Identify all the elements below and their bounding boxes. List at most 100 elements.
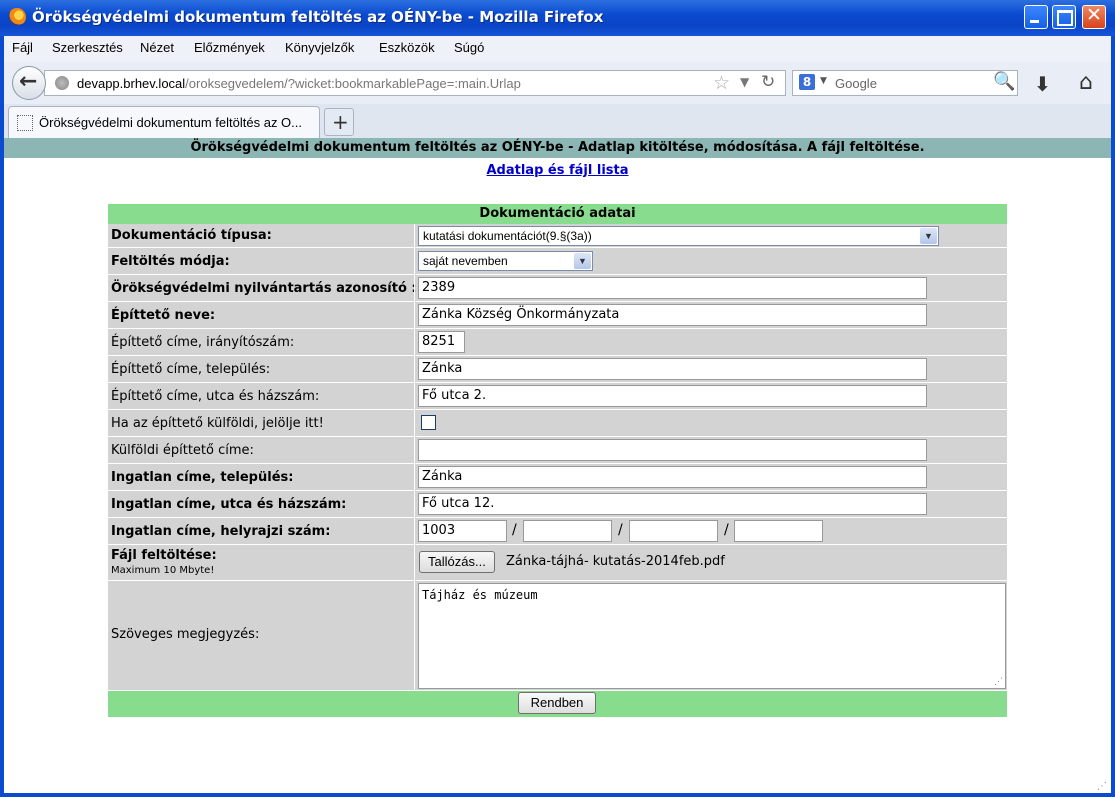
row-property-city: Ingatlan címe, település: Zánka [108, 464, 1007, 491]
row-file-upload: Fájl feltöltése: Maximum 10 Mbyte! Talló… [108, 545, 1007, 581]
row-builder-zip: Építtető címe, irányítószám: 8251 [108, 329, 1007, 356]
chevron-down-icon[interactable]: ▼ [920, 228, 937, 244]
form-footer-bar: Rendben [108, 691, 1007, 717]
builder-city-input[interactable]: Zánka [418, 358, 927, 380]
submit-button[interactable]: Rendben [518, 692, 596, 714]
page-favicon-icon [17, 115, 33, 131]
file-upload-label: Fájl feltöltése: [111, 548, 217, 563]
url-bar[interactable]: devapp.brhev.local/oroksegvedelem/?wicke… [44, 70, 786, 96]
notes-text: Tájház és múzeum [422, 588, 538, 602]
lot-number-input-4[interactable] [734, 520, 823, 542]
page-header: Örökségvédelmi dokumentum feltöltés az O… [4, 138, 1111, 158]
close-icon: ✕ [1086, 4, 1102, 26]
maximize-button[interactable] [1052, 5, 1076, 29]
file-size-hint: Maximum 10 Mbyte! [111, 565, 215, 576]
list-link[interactable]: Adatlap és fájl lista [4, 163, 1111, 178]
url-text[interactable]: devapp.brhev.local/oroksegvedelem/?wicke… [77, 76, 521, 91]
google-engine-icon[interactable]: 8 [799, 74, 815, 90]
menu-help[interactable]: Súgó [454, 40, 484, 55]
notes-textarea[interactable]: Tájház és múzeum ⋰ [418, 583, 1006, 689]
search-input[interactable]: Google [835, 76, 877, 91]
upload-mode-select[interactable]: saját nevemben ▼ [418, 251, 593, 271]
property-street-label: Ingatlan címe, utca és házszám: [111, 497, 347, 512]
tab-active[interactable]: Örökségvédelmi dokumentum feltöltés az O… [8, 106, 320, 138]
row-builder-name: Építtető neve: Zánka Község Önkormányzat… [108, 302, 1007, 329]
registry-id-label: Örökségvédelmi nyilvántartás azonosító : [111, 281, 417, 296]
menu-bar: Fájl Szerkesztés Nézet Előzmények Könyvj… [4, 36, 1111, 62]
row-registry-id: Örökségvédelmi nyilvántartás azonosító :… [108, 275, 1007, 302]
menu-edit[interactable]: Szerkesztés [52, 40, 123, 55]
lot-separator: / [512, 522, 517, 538]
history-dropdown-icon[interactable]: ▼ [740, 75, 749, 89]
close-button[interactable]: ✕ [1082, 4, 1106, 29]
window-frame-bottom [0, 793, 1115, 797]
minimize-button[interactable] [1024, 5, 1048, 29]
registry-id-input[interactable]: 2389 [418, 277, 927, 299]
menu-history[interactable]: Előzmények [194, 40, 265, 55]
row-property-street: Ingatlan címe, utca és házszám: Fő utca … [108, 491, 1007, 518]
home-icon[interactable]: ⌂ [1079, 70, 1093, 95]
form-title: Dokumentáció adatai [479, 206, 636, 221]
property-city-label: Ingatlan címe, település: [111, 470, 294, 485]
tab-title: Örökségvédelmi dokumentum feltöltés az O… [39, 115, 303, 130]
lot-number-input-1[interactable]: 1003 [418, 520, 507, 542]
bookmark-star-icon[interactable]: ☆ [713, 72, 730, 94]
globe-icon [55, 76, 69, 90]
foreign-builder-checkbox[interactable] [421, 415, 436, 430]
lot-number-input-3[interactable] [629, 520, 718, 542]
title-bar: Örökségvédelmi dokumentum feltöltés az O… [0, 0, 1115, 36]
foreign-address-label: Külföldi építtető címe: [111, 443, 254, 458]
navigation-bar: devapp.brhev.local/oroksegvedelem/?wicke… [4, 62, 1111, 104]
firefox-logo-icon [8, 8, 26, 26]
menu-view[interactable]: Nézet [140, 40, 174, 55]
page-content: Örökségvédelmi dokumentum feltöltés az O… [4, 138, 1111, 793]
menu-bookmarks[interactable]: Könyvjelzők [285, 40, 354, 55]
window-title: Örökségvédelmi dokumentum feltöltés az O… [32, 8, 604, 26]
property-street-input[interactable]: Fő utca 12. [418, 493, 927, 515]
builder-zip-input[interactable]: 8251 [418, 331, 465, 353]
browse-button[interactable]: Tallózás... [419, 551, 495, 573]
doc-type-label: Dokumentáció típusa: [111, 228, 272, 243]
doc-type-select[interactable]: kutatási dokumentációt(9.§(3a)) ▼ [418, 226, 939, 246]
new-tab-button[interactable]: + [324, 108, 354, 136]
row-builder-street: Építtető címe, utca és házszám: Fő utca … [108, 383, 1007, 410]
builder-street-input[interactable]: Fő utca 2. [418, 385, 927, 407]
browser-window: Örökségvédelmi dokumentum feltöltés az O… [0, 0, 1115, 797]
property-lot-label: Ingatlan címe, helyrajzi szám: [111, 524, 331, 539]
search-bar[interactable]: 8 ▼ Google 🔍 [792, 70, 1018, 96]
row-foreign-check: Ha az építtető külföldi, jelölje itt! [108, 410, 1007, 437]
notes-label: Szöveges megjegyzés: [111, 627, 260, 642]
download-icon[interactable]: ⬇ [1034, 72, 1051, 96]
resize-grip-icon[interactable]: ⋰ [994, 677, 1003, 687]
menu-tools[interactable]: Eszközök [379, 40, 435, 55]
row-upload-mode: Feltöltés módja: saját nevemben ▼ [108, 248, 1007, 275]
upload-mode-label: Feltöltés módja: [111, 254, 230, 269]
selected-filename: Zánka-tájhá- kutatás-2014feb.pdf [506, 554, 725, 569]
row-property-lot: Ingatlan címe, helyrajzi szám: 1003 / / … [108, 518, 1007, 545]
row-builder-city: Építtető címe, település: Zánka [108, 356, 1007, 383]
foreign-check-label: Ha az építtető külföldi, jelölje itt! [111, 416, 324, 431]
magnifier-icon[interactable]: 🔍 [993, 71, 1015, 92]
builder-street-label: Építtető címe, utca és házszám: [111, 389, 320, 404]
lot-number-input-2[interactable] [523, 520, 612, 542]
window-resize-grip-icon[interactable]: ⋰ [1097, 781, 1107, 792]
chevron-down-icon[interactable]: ▼ [574, 253, 591, 269]
engine-dropdown-icon[interactable]: ▼ [820, 76, 827, 86]
back-button[interactable]: ← [12, 66, 46, 100]
builder-name-input[interactable]: Zánka Község Önkormányzata [418, 304, 927, 326]
window-frame-right [1111, 36, 1115, 797]
back-arrow-icon: ← [19, 69, 38, 94]
lot-separator: / [724, 522, 729, 538]
builder-name-label: Építtető neve: [111, 308, 216, 323]
menu-file[interactable]: Fájl [12, 40, 33, 55]
property-city-input[interactable]: Zánka [418, 466, 927, 488]
row-doc-type: Dokumentáció típusa: kutatási dokumentác… [108, 224, 1007, 248]
reload-icon[interactable]: ↻ [761, 72, 775, 92]
form-title-bar: Dokumentáció adatai [108, 204, 1007, 224]
builder-zip-label: Építtető címe, irányítószám: [111, 335, 295, 350]
tab-bar: Örökségvédelmi dokumentum feltöltés az O… [4, 104, 1111, 138]
foreign-address-input[interactable] [418, 439, 927, 461]
lot-separator: / [618, 522, 623, 538]
row-foreign-address: Külföldi építtető címe: [108, 437, 1007, 464]
plus-icon: + [332, 110, 349, 134]
